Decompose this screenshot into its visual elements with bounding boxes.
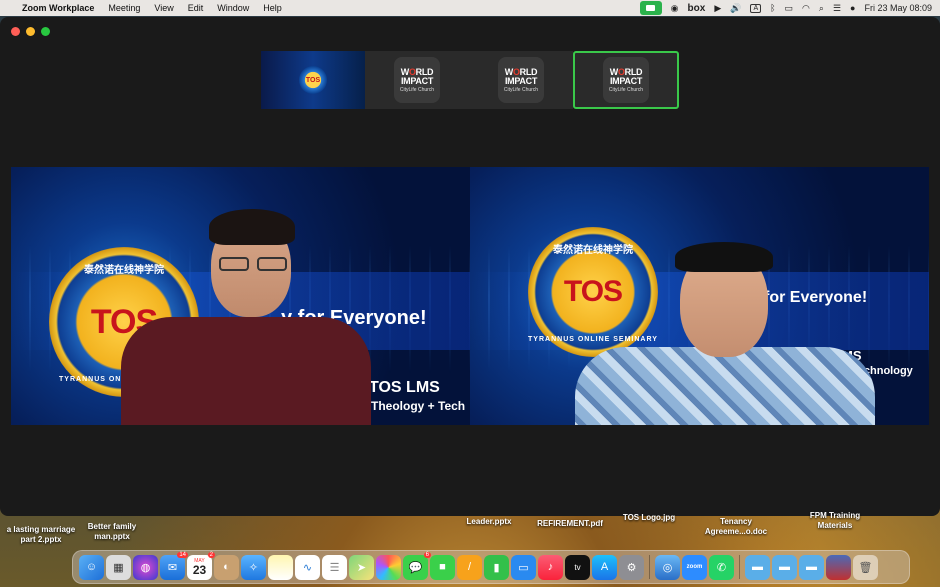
facetime-icon[interactable]: ■ bbox=[430, 554, 455, 580]
input-source-icon[interactable]: A bbox=[750, 3, 762, 13]
notes-icon[interactable] bbox=[268, 554, 293, 580]
bluetooth-icon[interactable]: ᛒ bbox=[770, 3, 775, 13]
desktop-file[interactable]: REFIREMENT.pdf bbox=[534, 519, 606, 529]
video-tile-speaker-2[interactable]: 泰然诺在线神学院 TOS TYRANNUS ONLINE SEMINARY fo… bbox=[470, 167, 929, 425]
siri-icon[interactable]: ◍ bbox=[133, 554, 158, 580]
desktop-file[interactable]: FPM Training Materials bbox=[800, 511, 870, 531]
control-center-icon[interactable]: ☰ bbox=[833, 3, 841, 14]
participant-thumbnail[interactable]: WORLD IMPACT CityLife Church bbox=[365, 51, 469, 109]
participant-thumbnail-strip: TOS WORLD IMPACT CityLife Church WORLD I… bbox=[261, 51, 679, 109]
launchpad-icon[interactable]: ▦ bbox=[106, 554, 131, 580]
participant-thumbnail[interactable]: TOS bbox=[261, 51, 365, 109]
menu-bar: Zoom Workplace Meeting View Edit Window … bbox=[0, 0, 940, 16]
world-impact-logo-icon: WORLD IMPACT CityLife Church bbox=[498, 57, 544, 103]
menu-window[interactable]: Window bbox=[217, 3, 249, 13]
keynote-icon[interactable]: ▭ bbox=[511, 554, 536, 580]
volume-icon[interactable]: 🔊 bbox=[730, 3, 741, 14]
app-store-icon[interactable]: A bbox=[592, 554, 617, 580]
desktop-file[interactable]: a lasting marriage part 2.pptx bbox=[4, 525, 78, 545]
siri-icon[interactable]: ● bbox=[850, 3, 855, 13]
messages-icon[interactable]: 💬 6 bbox=[403, 551, 431, 580]
trash-icon[interactable]: 🗑 bbox=[853, 554, 878, 580]
menu-meeting[interactable]: Meeting bbox=[108, 3, 140, 13]
zoom-menu-icon[interactable]: ◉ bbox=[671, 3, 679, 14]
whatsapp-icon[interactable]: ✆ bbox=[709, 554, 734, 580]
network-icon[interactable]: ◎ bbox=[655, 554, 680, 580]
folder-icon[interactable]: ▬ bbox=[745, 554, 770, 580]
tv-icon[interactable]: tv bbox=[565, 554, 590, 580]
close-button[interactable] bbox=[11, 27, 20, 36]
calendar-icon[interactable]: MAY 23 2 bbox=[187, 551, 215, 580]
participant-thumbnail[interactable]: WORLD IMPACT CityLife Church bbox=[469, 51, 573, 109]
world-impact-logo-icon: WORLD IMPACT CityLife Church bbox=[394, 57, 440, 103]
video-tile-speaker-1[interactable]: 泰然诺在线神学院 TOS TYRANNUS ONLINE SEMINARY y … bbox=[11, 167, 470, 425]
fullscreen-button[interactable] bbox=[41, 27, 50, 36]
menu-edit[interactable]: Edit bbox=[188, 3, 204, 13]
lms-tagline: Theology + Tech bbox=[371, 399, 466, 413]
folder-icon[interactable]: ▬ bbox=[772, 554, 797, 580]
desktop-file[interactable]: Leader.pptx bbox=[460, 517, 518, 527]
world-impact-logo-icon: WORLD IMPACT CityLife Church bbox=[603, 57, 649, 103]
finder-icon[interactable]: ☺ bbox=[79, 554, 104, 580]
participant-thumbnail-active[interactable]: WORLD IMPACT CityLife Church bbox=[573, 51, 679, 109]
zoom-video-status-icon[interactable] bbox=[639, 1, 662, 15]
reminders-icon[interactable]: ☰ bbox=[322, 554, 347, 580]
contacts-icon[interactable]: ◐ bbox=[214, 554, 239, 580]
participant-video-person bbox=[121, 207, 381, 425]
zoom-icon[interactable]: zoom bbox=[682, 554, 707, 580]
menu-view[interactable]: View bbox=[154, 3, 173, 13]
app-menu[interactable]: Zoom Workplace bbox=[22, 3, 94, 13]
settings-icon[interactable]: ⚙ bbox=[619, 554, 644, 580]
mail-icon[interactable]: ✉ 14 bbox=[160, 551, 188, 580]
tos-logo-icon: TOS bbox=[299, 66, 327, 94]
participant-video-person bbox=[575, 242, 875, 425]
desktop-file[interactable]: Tenancy Agreeme...o.doc bbox=[694, 517, 778, 537]
box-icon[interactable]: box bbox=[688, 3, 706, 14]
freeform-icon[interactable]: ∿ bbox=[295, 554, 320, 580]
desktop-file[interactable]: TOS Logo.jpg bbox=[618, 513, 680, 523]
search-icon[interactable]: ⌕ bbox=[819, 3, 824, 14]
window-controls bbox=[11, 27, 50, 36]
battery-icon[interactable]: ▭ bbox=[785, 3, 794, 14]
folder-icon[interactable]: ▬ bbox=[799, 554, 824, 580]
numbers-icon[interactable]: ▮ bbox=[484, 554, 509, 580]
safari-icon[interactable]: ✧ bbox=[241, 554, 266, 580]
clock[interactable]: Fri 23 May 08:09 bbox=[864, 3, 932, 13]
minimize-button[interactable] bbox=[26, 27, 35, 36]
pages-icon[interactable]: / bbox=[457, 554, 482, 580]
play-icon[interactable]: ▶ bbox=[714, 3, 721, 14]
menu-help[interactable]: Help bbox=[263, 3, 282, 13]
screenshot-icon[interactable] bbox=[826, 554, 851, 580]
photos-icon[interactable] bbox=[376, 554, 401, 580]
wifi-icon[interactable]: ◠ bbox=[802, 3, 810, 14]
maps-icon[interactable]: ➤ bbox=[349, 554, 374, 580]
zoom-meeting-window: TOS WORLD IMPACT CityLife Church WORLD I… bbox=[0, 17, 940, 516]
music-icon[interactable]: ♪ bbox=[538, 554, 563, 580]
dock: ☺ ▦ ◍ ✉ 14 MAY 23 2 ◐ ✧ ∿ ☰ ➤ 💬 6 ■ / ▮ ▭ … bbox=[72, 550, 910, 584]
desktop-file[interactable]: Better family man.pptx bbox=[84, 522, 140, 542]
